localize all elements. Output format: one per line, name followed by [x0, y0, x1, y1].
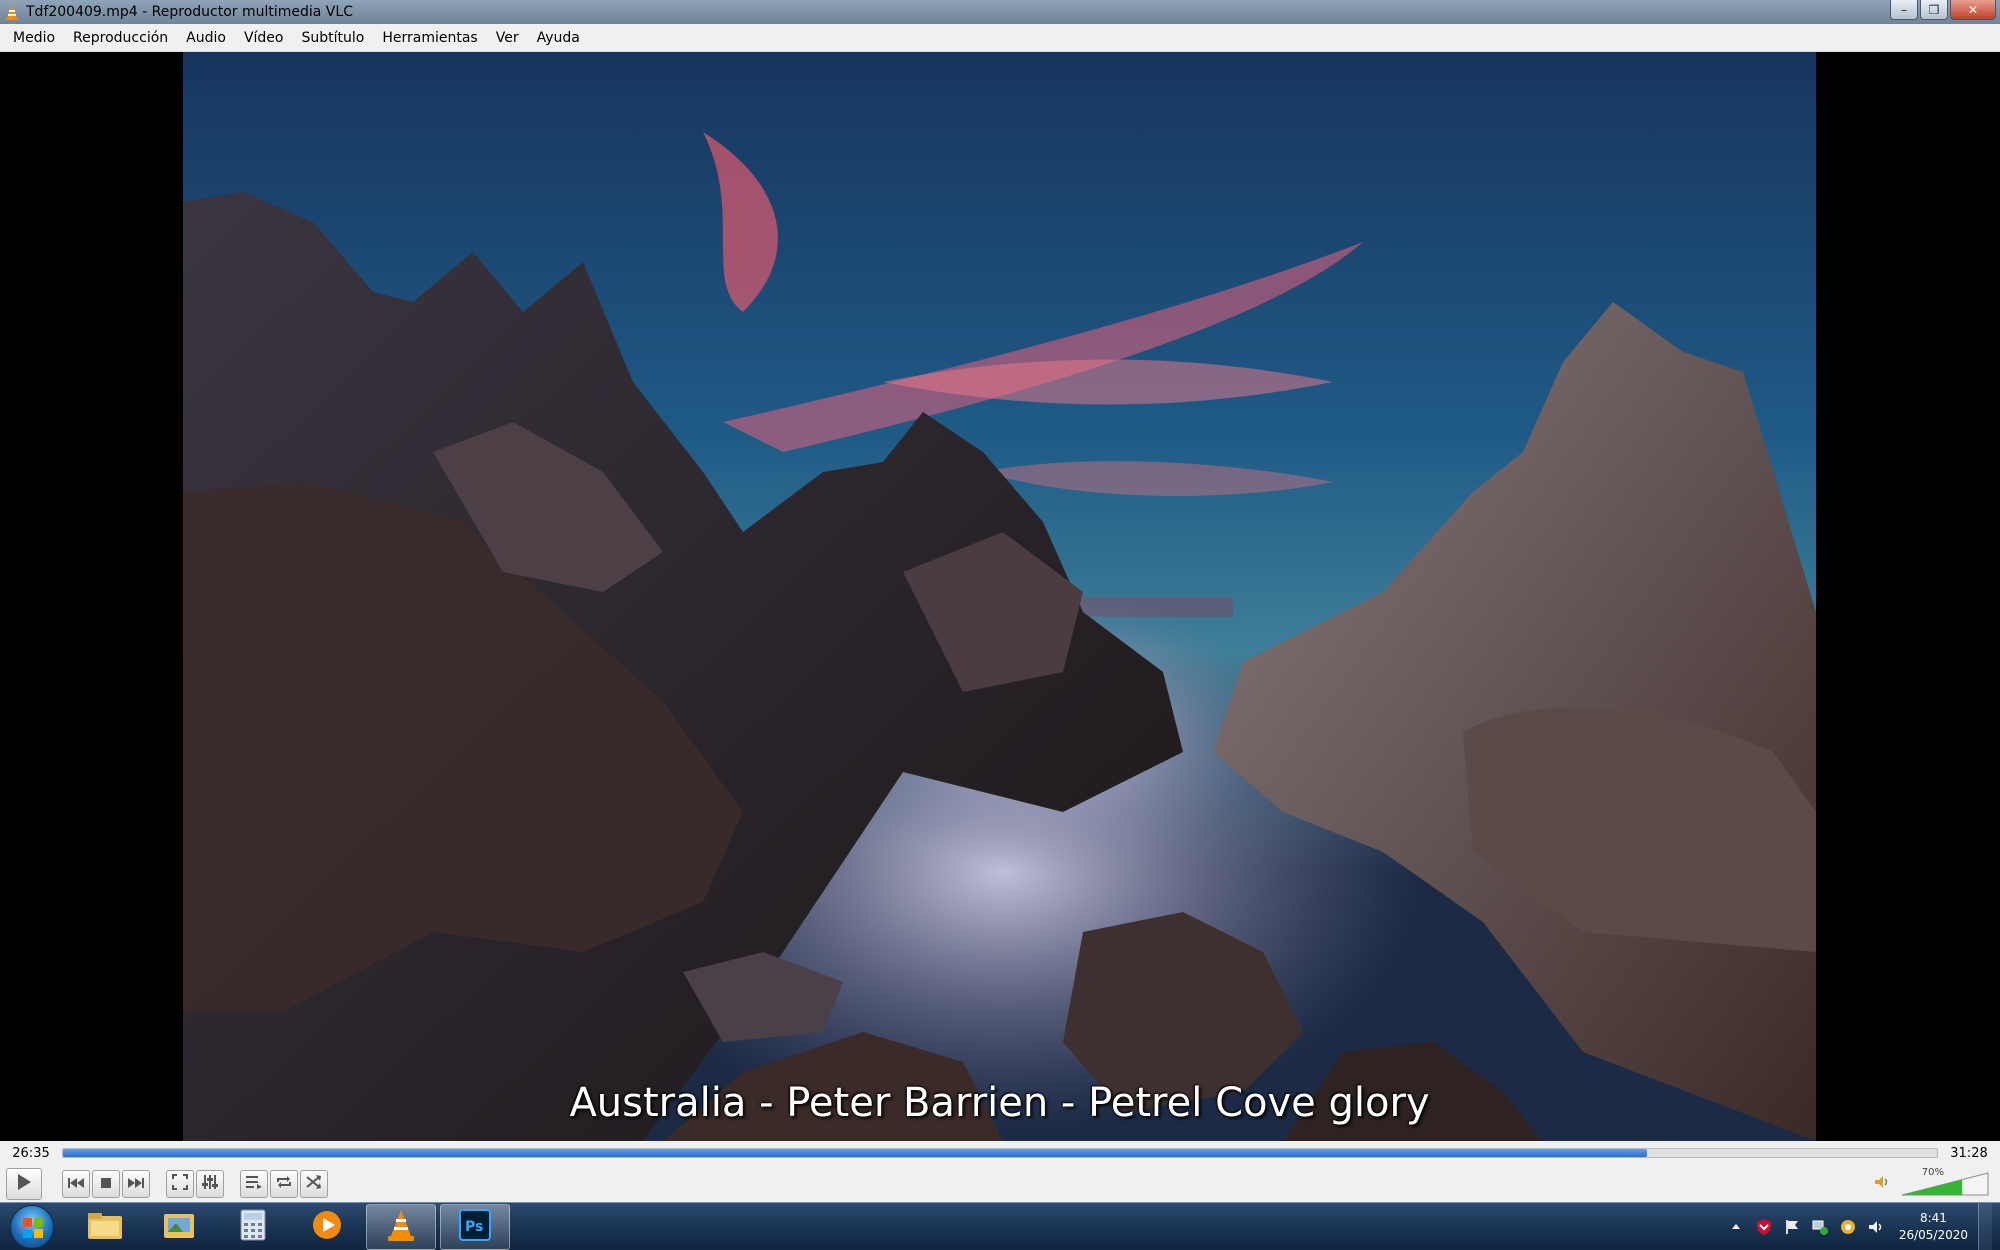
seek-progress — [63, 1149, 1647, 1157]
system-tray: 8:41 26/05/2020 — [1717, 1203, 1992, 1250]
next-button[interactable] — [122, 1169, 150, 1198]
menu-medio[interactable]: Medio — [4, 30, 64, 46]
taskbar-media-player[interactable] — [292, 1204, 362, 1250]
menu-ayuda[interactable]: Ayuda — [528, 30, 589, 46]
volume-slider[interactable]: 70% — [1900, 1167, 1990, 1197]
window-title: Tdf200409.mp4 - Reproductor multimedia V… — [26, 4, 353, 20]
seek-bar[interactable] — [62, 1148, 1938, 1158]
svg-text:Ps: Ps — [465, 1219, 483, 1235]
elapsed-time: 26:35 — [12, 1145, 50, 1161]
vlc-cone-icon — [385, 1208, 417, 1246]
play-icon — [16, 1173, 32, 1195]
action-center-flag-icon[interactable] — [1783, 1218, 1801, 1236]
shuffle-button[interactable] — [300, 1169, 328, 1198]
menu-subtitulo[interactable]: Subtítulo — [293, 30, 374, 46]
calculator-icon — [240, 1209, 266, 1245]
loop-icon — [276, 1174, 292, 1193]
extended-settings-button[interactable] — [196, 1169, 224, 1198]
video-image — [183, 52, 1816, 1141]
equalizer-icon — [202, 1174, 218, 1194]
seek-row: 26:35 31:28 — [0, 1141, 2000, 1165]
stop-icon — [100, 1174, 112, 1193]
menu-bar: Medio Reproducción Audio Vídeo Subtítulo… — [0, 24, 2000, 52]
network-icon[interactable] — [1811, 1218, 1829, 1236]
stop-button[interactable] — [92, 1169, 120, 1198]
menu-herramientas[interactable]: Herramientas — [373, 30, 486, 46]
taskbar-photoshop[interactable]: Ps — [440, 1203, 510, 1250]
play-button[interactable] — [6, 1167, 42, 1200]
taskbar-calculator[interactable] — [218, 1204, 288, 1250]
previous-button[interactable] — [62, 1169, 90, 1198]
windows-logo-icon — [23, 1217, 43, 1242]
volume-percent: 70% — [1921, 1167, 1944, 1178]
windows-taskbar: Ps 8:41 26/05/2020 — [0, 1202, 2000, 1250]
volume-tray-icon[interactable] — [1867, 1218, 1885, 1236]
previous-icon — [67, 1174, 85, 1193]
total-time: 31:28 — [1950, 1145, 1988, 1161]
video-subtitle: Australia - Peter Barrien - Petrel Cove … — [569, 1080, 1430, 1126]
fullscreen-icon — [172, 1173, 188, 1194]
playlist-button[interactable] — [240, 1169, 268, 1198]
media-player-icon — [311, 1209, 343, 1245]
menu-audio[interactable]: Audio — [177, 30, 235, 46]
next-icon — [127, 1174, 145, 1193]
vlc-cone-icon — [4, 4, 20, 20]
close-button[interactable]: ✕ — [1950, 0, 1996, 20]
clock-time: 8:41 — [1919, 1211, 1947, 1225]
antivirus-shield-icon[interactable] — [1755, 1218, 1773, 1236]
taskbar-vlc[interactable] — [366, 1203, 436, 1250]
video-frame: Australia - Peter Barrien - Petrel Cove … — [183, 52, 1816, 1141]
menu-video[interactable]: Vídeo — [235, 30, 293, 46]
show-hidden-icons-icon[interactable] — [1727, 1218, 1745, 1236]
volume-control: 70% — [1874, 1167, 1990, 1197]
fullscreen-button[interactable] — [166, 1169, 194, 1198]
folder-icon — [87, 1210, 123, 1244]
photoshop-icon: Ps — [459, 1208, 491, 1245]
taskbar-clock[interactable]: 8:41 26/05/2020 — [1899, 1210, 1968, 1244]
menu-reproduccion[interactable]: Reproducción — [64, 30, 177, 46]
video-area[interactable]: Australia - Peter Barrien - Petrel Cove … — [0, 52, 2000, 1141]
loop-button[interactable] — [270, 1169, 298, 1198]
start-button[interactable] — [10, 1204, 54, 1249]
maximize-button[interactable]: ❐ — [1920, 0, 1948, 20]
playback-controls: 70% — [0, 1165, 2000, 1202]
title-bar: Tdf200409.mp4 - Reproductor multimedia V… — [0, 0, 2000, 24]
photo-folder-icon — [161, 1210, 197, 1244]
shuffle-icon — [306, 1174, 322, 1193]
taskbar-explorer[interactable] — [70, 1204, 140, 1250]
show-desktop-button[interactable] — [1978, 1203, 1992, 1250]
menu-ver[interactable]: Ver — [487, 30, 528, 46]
speaker-icon[interactable] — [1874, 1174, 1890, 1193]
clock-date: 26/05/2020 — [1898, 1228, 1968, 1242]
taskbar-photo-viewer[interactable] — [144, 1204, 214, 1250]
minimize-button[interactable]: – — [1890, 0, 1918, 20]
playlist-icon — [246, 1174, 262, 1193]
volume-wedge — [1901, 1172, 1989, 1196]
app-tray-icon[interactable] — [1839, 1218, 1857, 1236]
